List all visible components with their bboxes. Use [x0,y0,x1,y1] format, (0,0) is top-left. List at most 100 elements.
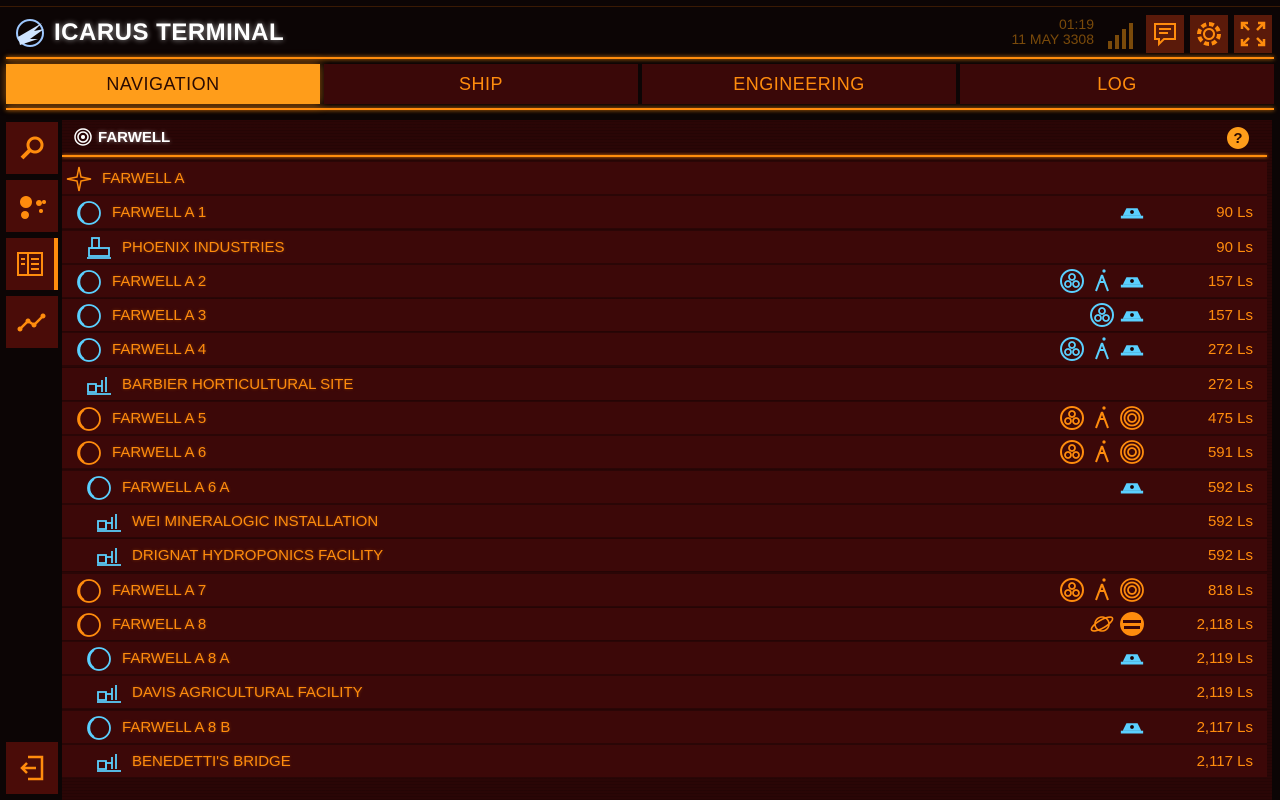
list-item[interactable]: DAVIS AGRICULTURAL FACILITY 2,119 Ls [62,676,1267,709]
biological-signal-icon [1089,336,1115,362]
moon-icon [76,200,102,226]
sidebar-item-search[interactable] [6,122,58,174]
list-item[interactable]: FARWELL A 6 A 592 Ls [62,470,1267,503]
list-item[interactable]: DRIGNAT HYDROPONICS FACILITY 592 Ls [62,539,1267,572]
sidebar-item-route[interactable] [6,296,58,348]
moon-icon [76,337,102,363]
search-icon [17,133,47,163]
settings-icon [1195,20,1223,48]
list-item[interactable]: FARWELL A 6 591 Ls [62,436,1267,469]
list-item[interactable]: FARWELL A 8 B 2,117 Ls [62,710,1267,743]
moon-icon [86,646,112,672]
body-name: FARWELL A 4 [112,341,207,359]
list-item[interactable]: BARBIER HORTICULTURAL SITE 272 Ls [62,367,1267,400]
body-name: FARWELL A 8 B [122,718,231,736]
settings-button[interactable] [1190,15,1228,53]
app-title: ICARUS TERMINAL [54,19,285,46]
sidebar-item-system-map[interactable] [6,180,58,232]
settlement-icon [86,372,112,396]
star-icon [66,166,92,192]
geological-signal-icon [1059,439,1085,465]
body-distance: 90 Ls [1216,204,1253,222]
tab-log[interactable]: LOG [960,64,1274,104]
tab-ship[interactable]: SHIP [324,64,638,104]
body-list: FARWELL A FARWELL A 1 90 Ls PHOENIX INDUSTR… [62,162,1267,779]
list-item[interactable]: FARWELL A 1 90 Ls [62,196,1267,229]
body-badges [1119,645,1145,671]
list-item[interactable]: FARWELL A 8 A 2,119 Ls [62,642,1267,675]
body-badges [1059,268,1145,294]
body-badges [1059,405,1145,431]
body-name: FARWELL A 7 [112,581,207,599]
sidebar-item-list-view[interactable] [6,238,58,290]
geological-signal-icon [1059,268,1085,294]
icarus-logo-icon [12,17,48,49]
station-icon [1119,474,1145,500]
body-badges [1119,474,1145,500]
station-icon [1119,336,1145,362]
body-name: FARWELL A [102,170,185,187]
list-item[interactable]: BENEDETTI'S BRIDGE 2,117 Ls [62,745,1267,778]
body-name: FARWELL A 1 [112,204,207,222]
body-badges [1059,577,1145,603]
list-view-icon [16,250,44,278]
list-item[interactable]: WEI MINERALOGIC INSTALLATION 592 Ls [62,504,1267,537]
geological-signal-icon [1059,577,1085,603]
main-tabs: NAVIGATION SHIP ENGINEERING LOG [6,64,1274,104]
system-icon [74,128,92,146]
gas-giant-icon [1119,611,1145,637]
list-item[interactable]: FARWELL A 7 818 Ls [62,573,1267,606]
tab-navigation[interactable]: NAVIGATION [6,64,320,104]
notifications-button[interactable] [1146,15,1184,53]
list-item[interactable]: FARWELL A 3 157 Ls [62,299,1267,332]
moon-icon [86,715,112,740]
body-badges [1119,199,1145,225]
body-name: FARWELL A 2 [112,272,207,290]
header: ICARUS TERMINAL 01:19 11 MAY 3308 [0,6,1280,59]
body-badges [1119,714,1145,740]
body-distance: 592 Ls [1207,478,1253,496]
body-name: DRIGNAT HYDROPONICS FACILITY [132,547,384,565]
list-item[interactable]: FARWELL A [62,162,1267,194]
list-item[interactable]: FARWELL A 5 475 Ls [62,402,1267,435]
fullscreen-icon [1240,21,1266,47]
ringed-planet-icon [1089,611,1115,637]
body-name: FARWELL A 3 [112,307,207,325]
planet-icon [76,612,102,637]
list-item[interactable]: FARWELL A 4 272 Ls [62,333,1267,366]
geological-signal-icon [1059,336,1085,362]
clock: 01:19 11 MAY 3308 [1011,17,1094,47]
list-item[interactable]: FARWELL A 2 157 Ls [62,264,1267,297]
body-distance: 2,117 Ls [1196,753,1253,771]
tabs-divider [6,108,1274,110]
header-divider [6,57,1274,59]
navigation-panel: FARWELL ? FARWELL A FARWELL A 1 90 Ls PHOEN… [62,120,1272,800]
body-name: BENEDETTI'S BRIDGE [132,753,291,771]
help-button[interactable]: ? [1227,127,1249,149]
body-name: FARWELL A 8 A [122,650,230,668]
body-name: BARBIER HORTICULTURAL SITE [122,375,354,393]
list-item[interactable]: FARWELL A 8 2,118 Ls [62,607,1267,640]
body-name: FARWELL A 6 A [122,478,230,496]
body-distance: 2,119 Ls [1196,650,1253,668]
rings-icon [1119,577,1145,603]
list-item[interactable]: PHOENIX INDUSTRIES 90 Ls [62,230,1267,263]
tab-engineering[interactable]: ENGINEERING [642,64,956,104]
settlement-icon [96,543,122,567]
signal-strength-icon [1108,21,1134,49]
station-icon [1119,199,1145,225]
settlement-icon [96,749,122,773]
body-distance: 818 Ls [1207,581,1253,599]
body-distance: 157 Ls [1207,272,1253,290]
rings-icon [1119,405,1145,431]
fullscreen-button[interactable] [1234,15,1272,53]
body-distance: 2,117 Ls [1196,718,1253,736]
planet-icon [76,440,102,466]
moon-icon [76,303,102,329]
biological-signal-icon [1089,405,1115,431]
exit-button[interactable] [6,742,58,794]
body-distance: 90 Ls [1216,238,1253,256]
settlement-icon [96,509,122,533]
body-name: FARWELL A 8 [112,615,207,633]
body-distance: 475 Ls [1207,410,1253,428]
